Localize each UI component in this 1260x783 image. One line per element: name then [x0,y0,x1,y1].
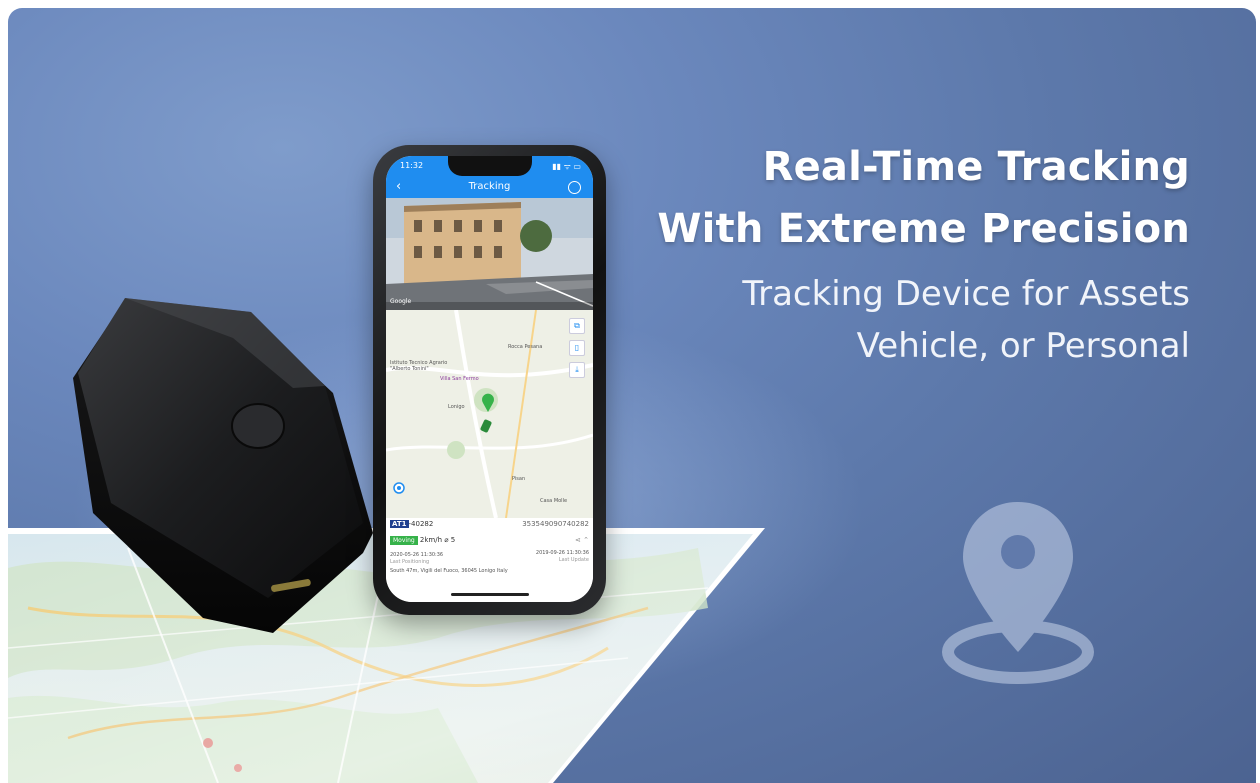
speed-value: 2km/h [419,536,443,544]
device-id-prefix: AT1 [390,520,409,528]
app-nav-bar: ‹ Tracking [386,178,593,198]
headline-line-1: Real-Time Tracking [762,144,1190,190]
map-download-button[interactable]: ⤓ [569,362,585,378]
app-title: Tracking [468,181,511,192]
map-label-lonigo: Lonigo [448,404,465,410]
last-position-label: Last Positioning [390,559,430,565]
status-row: Moving 2km/h ⌀ 5 ⋖ ⌃ [390,536,589,545]
status-time: 11:32 [400,161,424,170]
locate-icon[interactable] [568,181,581,194]
street-view-credit: Google [390,298,412,305]
share-icon[interactable]: ⋖ ⌃ [575,536,589,544]
gps-tracker-device [73,298,373,633]
map-label-rocca: Rocca Pesana [508,344,543,350]
last-update-label: Last Update [558,557,589,563]
moving-badge: Moving [390,536,418,545]
device-id-row: AT1 -40282 353549090740282 [390,520,589,528]
device-info-panel: AT1 -40282 353549090740282 Moving 2km/h ⌀… [386,518,593,602]
map-view[interactable]: Rocca Pesana Istituto Tecnico Agrario "A… [386,310,593,518]
subheadline-line-1: Tracking Device for Assets [742,274,1190,314]
headline-block: Real-Time Tracking With Extreme Precisio… [657,136,1190,372]
last-update-time: 2019-09-26 11:30:36 [535,550,589,556]
satellite-count: ⌀ 5 [444,536,456,544]
smartphone: 11:32 ▮▮ ᯤ ▭ ‹ Tracking Google Rocca Pes… [373,145,606,615]
map-label-villa: Villa San Fermo [440,376,479,382]
home-indicator [451,593,529,596]
phone-screen: 11:32 ▮▮ ᯤ ▭ ‹ Tracking Google Rocca Pes… [386,156,593,602]
device-id: -40282 [408,520,434,528]
map-device-button[interactable]: ▯ [569,340,585,356]
map-label-pisan: Pisan [512,476,526,482]
map-layers-button[interactable]: ⧉ [569,318,585,334]
location-pin-icon [942,502,1094,684]
headline-line-2: With Extreme Precision [657,206,1190,252]
phone-notch [448,156,532,176]
time-label-row: Last Positioning Last Update [390,557,589,565]
address-text: South 47m, Vigili del Fuoco, 36045 Lonig… [390,568,508,574]
map-label-istituto: Istituto Tecnico Agrario "Alberto Tonini… [390,360,448,372]
map-label-casa: Casa Molle [540,498,568,504]
subheadline-line-2: Vehicle, or Personal [856,326,1190,366]
button-on-device [231,403,285,449]
hero-banner: Real-Time Tracking With Extreme Precisio… [8,8,1256,783]
status-icons: ▮▮ ᯤ ▭ [552,162,581,171]
street-view-image [386,198,593,310]
device-imei: 353549090740282 [522,520,589,528]
